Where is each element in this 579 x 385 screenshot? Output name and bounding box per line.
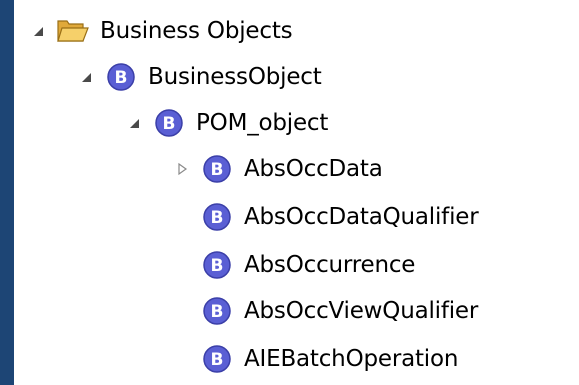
- business-object-icon: B: [200, 248, 234, 282]
- tree-node-absoccdataqualifier[interactable]: B AbsOccDataQualifier: [172, 194, 479, 240]
- svg-text:B: B: [211, 208, 224, 228]
- tree-node-label: AbsOccData: [244, 156, 383, 182]
- svg-text:B: B: [211, 302, 224, 322]
- svg-text:B: B: [115, 68, 128, 88]
- business-object-icon: B: [200, 152, 234, 186]
- business-object-icon: B: [200, 294, 234, 328]
- open-folder-icon: [56, 14, 90, 48]
- tree-node-label: AbsOccurrence: [244, 252, 416, 278]
- svg-text:B: B: [211, 256, 224, 276]
- expanded-arrow-icon[interactable]: [28, 21, 48, 41]
- business-object-icon: B: [152, 106, 186, 140]
- tree-node-absoccdata[interactable]: B AbsOccData: [172, 146, 383, 192]
- tree-panel: Business Objects B BusinessObject B POM_…: [14, 0, 579, 385]
- business-object-icon: B: [104, 60, 138, 94]
- svg-text:B: B: [211, 160, 224, 180]
- collapsed-arrow-icon[interactable]: [172, 159, 192, 179]
- tree-node-label: AbsOccViewQualifier: [244, 298, 479, 324]
- tree-node-aiebatchoperation[interactable]: B AIEBatchOperation: [172, 336, 458, 382]
- business-object-icon: B: [200, 342, 234, 376]
- tree-node-label: AbsOccDataQualifier: [244, 204, 479, 230]
- tree-node-label: POM_object: [196, 110, 329, 136]
- expanded-arrow-icon[interactable]: [76, 67, 96, 87]
- tree-node-business-object[interactable]: B BusinessObject: [76, 54, 322, 100]
- expanded-arrow-icon[interactable]: [124, 113, 144, 133]
- tree-node-absoccviewqualifier[interactable]: B AbsOccViewQualifier: [172, 288, 478, 334]
- tree-node-absoccurrence[interactable]: B AbsOccurrence: [172, 242, 415, 288]
- tree-node-business-objects[interactable]: Business Objects: [28, 8, 293, 54]
- tree-node-label: BusinessObject: [148, 64, 322, 90]
- svg-text:B: B: [211, 350, 224, 370]
- business-object-icon: B: [200, 200, 234, 234]
- tree-node-label: AIEBatchOperation: [244, 346, 459, 372]
- tree-node-pom-object[interactable]: B POM_object: [124, 100, 328, 146]
- tree-node-label: Business Objects: [100, 18, 293, 44]
- svg-text:B: B: [163, 114, 176, 134]
